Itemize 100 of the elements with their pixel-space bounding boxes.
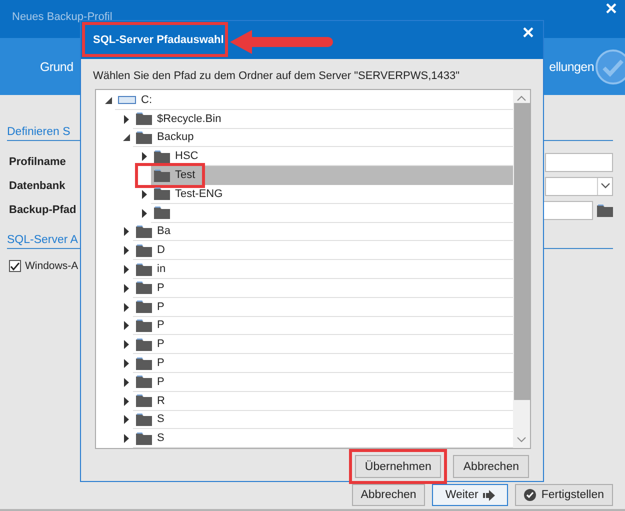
tree-row[interactable]: Test-ENG bbox=[151, 184, 513, 204]
folder-icon bbox=[136, 112, 152, 126]
window-title: Neues Backup-Profil bbox=[12, 11, 112, 23]
folder-icon bbox=[154, 168, 170, 182]
caret-right-icon[interactable] bbox=[124, 302, 129, 312]
tree-label: $Recycle.Bin bbox=[157, 112, 222, 125]
caret-down-icon[interactable] bbox=[123, 134, 130, 142]
caret-right-icon[interactable] bbox=[124, 378, 129, 387]
caret-right-icon[interactable] bbox=[124, 227, 129, 236]
checkbox-label: Windows-A bbox=[25, 260, 78, 272]
tree-row[interactable]: Ba bbox=[133, 222, 513, 242]
path-field[interactable] bbox=[543, 200, 593, 220]
folder-icon bbox=[136, 338, 152, 351]
folder-icon bbox=[136, 281, 152, 294]
caret-right-icon[interactable] bbox=[124, 321, 129, 330]
tree-label: C: bbox=[141, 94, 152, 106]
caret-right-icon[interactable] bbox=[142, 208, 147, 218]
tree-row[interactable]: in bbox=[133, 260, 513, 279]
folder-icon bbox=[136, 244, 152, 257]
folder-tree[interactable]: C: $Recycle.Bin Backup HSC Test Test-ENG Ba D in P P P P P P R S S bbox=[95, 89, 531, 449]
folder-icon bbox=[136, 394, 152, 408]
caret-right-icon[interactable] bbox=[142, 152, 147, 162]
folder-icon bbox=[136, 375, 152, 388]
tree-label: Backup bbox=[157, 131, 194, 144]
caret-right-icon[interactable] bbox=[124, 396, 129, 406]
folder-icon bbox=[154, 206, 170, 220]
tree-row[interactable]: P bbox=[133, 372, 513, 392]
tree-row[interactable]: P bbox=[133, 354, 513, 373]
tree-label: S bbox=[157, 413, 164, 426]
check-circle-icon bbox=[524, 489, 536, 501]
drive-icon bbox=[118, 96, 136, 104]
tree-row[interactable]: P bbox=[133, 316, 513, 336]
caret-down-icon[interactable] bbox=[105, 96, 112, 104]
chevron-down-icon[interactable] bbox=[517, 437, 526, 443]
tree-label: R bbox=[157, 394, 165, 407]
folder-icon bbox=[136, 412, 152, 426]
dialog-title: SQL-Server Pfadauswahl bbox=[93, 34, 224, 46]
scrollbar[interactable] bbox=[513, 90, 530, 448]
tree-label: Test bbox=[175, 169, 196, 182]
caret-right-icon[interactable] bbox=[124, 359, 129, 368]
close-button[interactable]: × bbox=[522, 22, 534, 45]
tree-row[interactable]: C: bbox=[115, 91, 513, 110]
tree-row[interactable]: S bbox=[133, 410, 513, 430]
tree-label: P bbox=[157, 357, 164, 370]
tree-row[interactable]: $Recycle.Bin bbox=[133, 110, 513, 129]
folder-icon bbox=[136, 356, 152, 370]
text-field[interactable] bbox=[545, 152, 613, 172]
folder-icon bbox=[136, 300, 152, 314]
tree-label: P bbox=[157, 338, 164, 350]
arrow-right-icon bbox=[483, 490, 496, 500]
caret-right-icon[interactable] bbox=[124, 246, 129, 256]
tree-row[interactable]: P bbox=[133, 278, 513, 298]
tree-label: HSC bbox=[175, 150, 198, 162]
folder-icon bbox=[154, 150, 170, 163]
step-label: ellungen bbox=[549, 60, 594, 74]
checkbox[interactable] bbox=[9, 260, 21, 272]
tree-label: P bbox=[157, 282, 164, 294]
field-label: Datenbank bbox=[8, 180, 66, 192]
folder-icon bbox=[136, 318, 152, 332]
caret-right-icon[interactable] bbox=[124, 415, 129, 424]
cancel-button[interactable]: Abbrechen bbox=[352, 484, 426, 506]
caret-right-icon[interactable] bbox=[142, 190, 147, 199]
close-button[interactable]: × bbox=[605, 0, 617, 18]
caret-right-icon[interactable] bbox=[124, 340, 129, 350]
caret-right-icon[interactable] bbox=[124, 265, 129, 274]
next-button[interactable]: Weiter bbox=[432, 484, 508, 506]
caret-right-icon[interactable] bbox=[124, 284, 129, 293]
tree-row[interactable]: Backup bbox=[133, 128, 513, 148]
folder-icon bbox=[136, 432, 152, 445]
field-label: Profilname bbox=[8, 156, 66, 168]
folder-icon bbox=[136, 262, 152, 276]
tree-label: in bbox=[157, 263, 166, 276]
chevron-up-icon[interactable] bbox=[517, 95, 526, 101]
step-label: Grund bbox=[40, 60, 74, 74]
cancel-button[interactable]: Abbrechen bbox=[453, 455, 529, 478]
tree-row[interactable]: P bbox=[133, 335, 513, 354]
finish-button[interactable]: Fertigstellen bbox=[515, 484, 613, 506]
tree-row[interactable]: D bbox=[133, 241, 513, 260]
caret-right-icon[interactable] bbox=[124, 114, 129, 124]
tree-label: S bbox=[157, 432, 164, 444]
prompt-text: Wählen Sie den Pfad zu dem Ordner auf dem Server "SERVERPWS,1433" bbox=[93, 70, 461, 82]
apply-button[interactable]: Übernehmen bbox=[354, 455, 442, 478]
tree-row[interactable]: Test bbox=[151, 166, 513, 185]
caret-right-icon[interactable] bbox=[124, 434, 129, 444]
tree-row[interactable]: S bbox=[133, 429, 513, 448]
field-label: Backup-Pfad bbox=[8, 204, 76, 216]
tree-label: Test-ENG bbox=[175, 188, 223, 200]
folder-icon[interactable] bbox=[597, 204, 613, 216]
folder-icon bbox=[154, 187, 170, 200]
tree-label: P bbox=[157, 300, 164, 313]
tree-label: P bbox=[157, 376, 164, 388]
scrollbar-thumb[interactable] bbox=[514, 103, 530, 400]
folder-icon bbox=[136, 224, 152, 238]
tree-row[interactable] bbox=[151, 204, 513, 223]
chevron-down-icon bbox=[600, 183, 610, 189]
tree-label: P bbox=[157, 319, 164, 332]
folder-icon bbox=[136, 130, 152, 144]
tree-row[interactable]: P bbox=[133, 298, 513, 317]
tree-row[interactable]: R bbox=[133, 392, 513, 411]
dropdown-field[interactable] bbox=[545, 176, 613, 196]
